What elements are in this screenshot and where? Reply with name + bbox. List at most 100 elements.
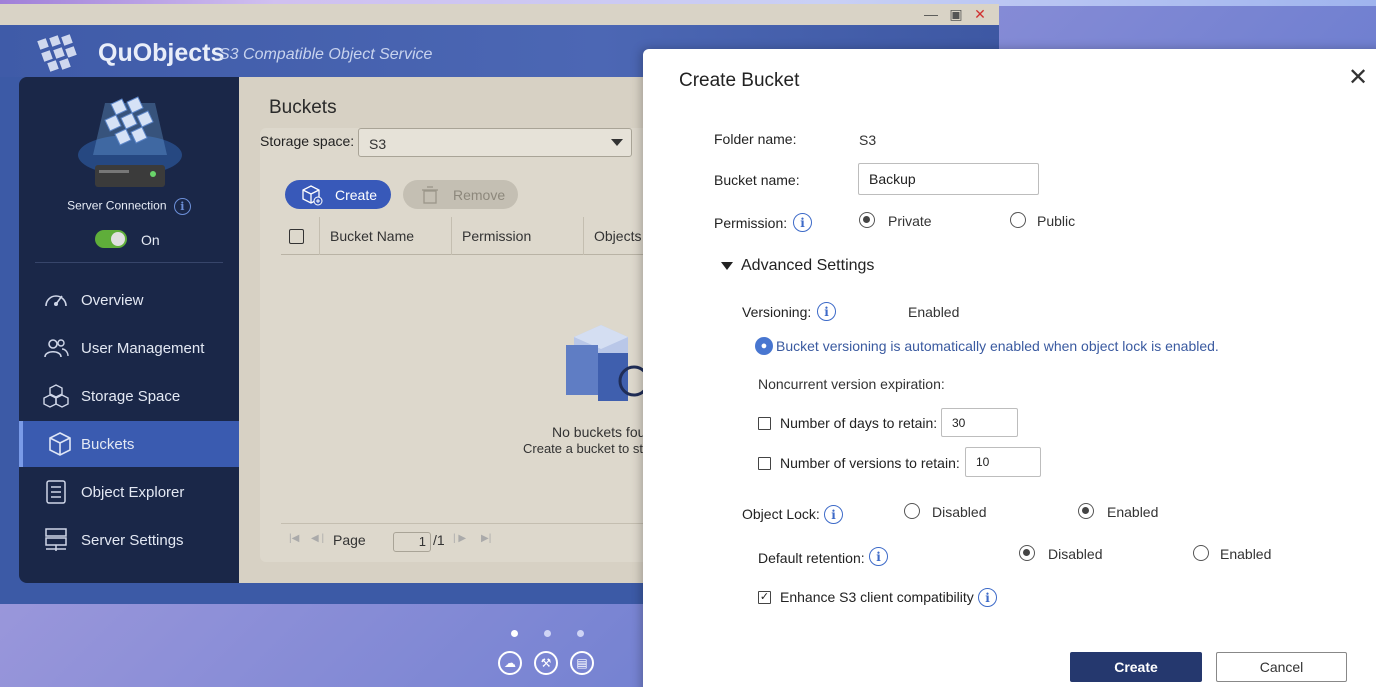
tools-icon[interactable]: ⚒ xyxy=(534,651,558,675)
versions-retain-input[interactable]: 10 xyxy=(965,447,1041,477)
retention-enabled-label: Enabled xyxy=(1220,546,1272,562)
sidebar-item-object-explorer[interactable]: Object Explorer xyxy=(19,469,239,515)
cube-icon xyxy=(49,432,71,456)
sidebar-item-label: Buckets xyxy=(81,435,135,453)
server-illustration-icon xyxy=(78,96,182,187)
enhance-compat-checkbox[interactable]: ✓ xyxy=(758,591,771,604)
empty-buckets-illustration-icon xyxy=(566,325,646,401)
create-bucket-button[interactable]: Create xyxy=(285,180,391,209)
list-icon xyxy=(46,480,66,504)
permission-label: Permission: xyxy=(714,215,788,231)
sidebar: Server Connection i On Overview User Man… xyxy=(19,77,239,583)
server-connection-label: Server Connection xyxy=(67,198,167,213)
storage-space-value: S3 xyxy=(369,136,387,152)
sidebar-item-storage-space[interactable]: Storage Space xyxy=(19,373,239,419)
desktop-page-dots xyxy=(500,625,600,643)
create-button[interactable]: Create xyxy=(1070,652,1202,682)
enhance-compat-info-icon[interactable]: i xyxy=(978,588,997,607)
object-lock-label: Object Lock: xyxy=(742,506,820,522)
app-subtitle: S3 Compatible Object Service xyxy=(219,46,433,63)
buckets-panel: Storage space: S3 Create Remove Bucket N… xyxy=(260,128,661,562)
remove-button-label: Remove xyxy=(453,186,506,203)
retention-enabled-radio[interactable] xyxy=(1193,545,1209,561)
versioning-hint: ● Bucket versioning is automatically ena… xyxy=(755,337,1219,355)
sidebar-item-user-management[interactable]: User Management xyxy=(19,325,239,371)
last-page-icon[interactable]: ▶| xyxy=(481,533,491,544)
cubes-icon xyxy=(43,384,69,408)
storage-space-select[interactable]: S3 xyxy=(358,128,632,157)
object-lock-disabled-label: Disabled xyxy=(932,504,987,520)
advanced-settings-toggle[interactable]: Advanced Settings xyxy=(741,257,874,275)
sidebar-item-label: User Management xyxy=(81,339,205,357)
sidebar-item-label: Server Settings xyxy=(81,531,184,549)
add-cube-icon xyxy=(302,185,323,206)
permission-public-label: Public xyxy=(1037,213,1076,229)
page-title: Buckets xyxy=(269,97,337,118)
versioning-label: Versioning: xyxy=(742,304,812,320)
next-page-icon[interactable]: | ▶ xyxy=(453,533,466,544)
object-lock-disabled-radio[interactable] xyxy=(904,503,920,519)
page-number-input[interactable]: 1 xyxy=(393,532,431,552)
select-all-checkbox[interactable] xyxy=(289,229,304,244)
app-name: QuObjects xyxy=(98,39,225,67)
close-window-icon[interactable]: ✕ xyxy=(972,6,988,22)
dialog-title: Create Bucket xyxy=(679,70,800,91)
maximize-icon[interactable]: ▣ xyxy=(948,6,964,22)
sidebar-divider xyxy=(35,262,223,263)
days-retain-input[interactable]: 30 xyxy=(941,408,1018,437)
book-icon[interactable]: ▤ xyxy=(570,651,594,675)
object-lock-info-icon[interactable]: i xyxy=(824,505,843,524)
bucket-name-input[interactable]: Backup xyxy=(858,163,1039,195)
default-retention-label: Default retention: xyxy=(758,550,865,566)
cloud-sync-icon[interactable]: ☁ xyxy=(498,651,522,675)
first-page-icon[interactable]: |◀ xyxy=(289,533,299,544)
permission-private-label: Private xyxy=(888,213,932,229)
folder-name-label: Folder name: xyxy=(714,131,797,147)
buckets-table-header: Bucket Name Permission Objects xyxy=(281,217,661,255)
retention-disabled-radio[interactable] xyxy=(1019,545,1035,561)
minimize-icon[interactable]: — xyxy=(923,6,939,22)
cancel-button[interactable]: Cancel xyxy=(1216,652,1347,682)
server-connection-toggle[interactable] xyxy=(95,230,127,248)
trash-icon xyxy=(422,186,438,204)
info-icon[interactable]: i xyxy=(173,198,191,215)
close-icon[interactable]: ✕ xyxy=(1346,66,1370,90)
permission-public-radio[interactable] xyxy=(1010,212,1026,228)
versioning-info-icon[interactable]: i xyxy=(817,302,836,321)
storage-space-label: Storage space: xyxy=(260,133,355,149)
users-icon xyxy=(44,339,69,358)
bucket-name-label: Bucket name: xyxy=(714,172,800,188)
permission-info-icon[interactable]: i xyxy=(793,213,812,232)
sidebar-item-server-settings[interactable]: Server Settings xyxy=(19,517,239,563)
page-dot-1[interactable] xyxy=(511,630,518,637)
create-button-label: Create xyxy=(335,186,378,203)
server-connection-row: Server Connection i xyxy=(19,198,239,215)
chevron-down-icon xyxy=(611,139,623,146)
remove-bucket-button[interactable]: Remove xyxy=(403,180,518,209)
window-titlebar: — ▣ ✕ xyxy=(0,4,999,25)
sidebar-item-overview[interactable]: Overview xyxy=(19,277,239,323)
versions-retain-label: Number of versions to retain: xyxy=(780,455,960,471)
quobjects-logo-icon xyxy=(35,33,79,73)
page-total: /1 xyxy=(433,532,445,548)
column-bucket-name[interactable]: Bucket Name xyxy=(319,217,451,255)
column-permission[interactable]: Permission xyxy=(451,217,583,255)
days-retain-checkbox[interactable] xyxy=(758,417,771,430)
object-lock-enabled-radio[interactable] xyxy=(1078,503,1094,519)
lightbulb-icon: ● xyxy=(755,337,773,355)
retention-disabled-label: Disabled xyxy=(1048,546,1103,562)
sidebar-item-label: Object Explorer xyxy=(81,483,185,501)
caret-down-icon[interactable] xyxy=(721,262,733,270)
versions-retain-checkbox[interactable] xyxy=(758,457,771,470)
prev-page-icon[interactable]: ◀ | xyxy=(311,533,324,544)
sidebar-item-buckets[interactable]: Buckets xyxy=(19,421,239,467)
default-retention-info-icon[interactable]: i xyxy=(869,547,888,566)
versioning-hint-text: Bucket versioning is automatically enabl… xyxy=(776,338,1219,354)
create-bucket-dialog: Create Bucket ✕ Folder name: S3 Bucket n… xyxy=(643,49,1376,687)
sidebar-item-label: Storage Space xyxy=(81,387,181,405)
page-dot-3[interactable] xyxy=(577,630,584,637)
permission-private-radio[interactable] xyxy=(859,212,875,228)
page-dot-2[interactable] xyxy=(544,630,551,637)
page-label: Page xyxy=(333,532,366,548)
object-lock-enabled-label: Enabled xyxy=(1107,504,1159,520)
